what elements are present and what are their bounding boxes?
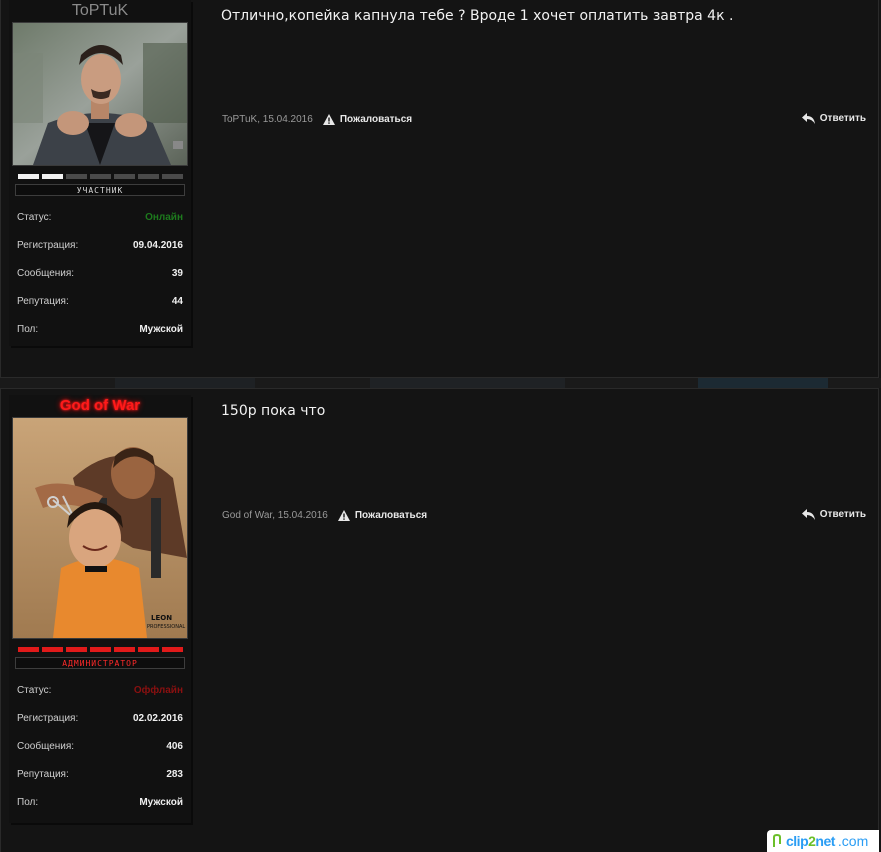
stat-value: 02.02.2016: [132, 713, 183, 724]
warning-icon: [322, 114, 335, 125]
stat-label: Репутация:: [17, 296, 69, 307]
stat-label: Статус:: [17, 685, 52, 696]
stat-value: Мужской: [139, 797, 183, 808]
report-label: Пожаловаться: [339, 114, 413, 125]
username[interactable]: God of War: [9, 395, 191, 417]
rank-cell: [41, 174, 63, 179]
post-meta: God of War, 15.04.2016 Пожаловаться: [222, 510, 427, 521]
reply-label: Ответить: [819, 509, 866, 520]
paperclip-icon: [773, 834, 781, 847]
rank-cell: [161, 174, 183, 179]
watermark-logo: clip2net .com: [767, 830, 879, 852]
rank-cell: [17, 647, 39, 652]
stat-messages: Сообщения: 39: [9, 260, 191, 288]
reply-arrow-icon: [801, 509, 815, 520]
stat-messages: Сообщения: 406: [9, 733, 191, 761]
post-author-date[interactable]: God of War, 15.04.2016: [222, 510, 328, 521]
stat-status: Статус: Оффлайн: [9, 677, 191, 705]
rank-cell: [89, 174, 111, 179]
rank-progress-bar: [9, 647, 191, 653]
user-info-panel: God of War LEON PROFESSIONAL АДМИНИСТРАТ…: [9, 395, 191, 823]
rank-progress-bar: [9, 174, 191, 180]
rank-cell: [137, 647, 159, 652]
post-message: 150р пока что: [221, 403, 326, 419]
stat-registration: Регистрация: 09.04.2016: [9, 232, 191, 260]
stat-gender: Пол: Мужской: [9, 789, 191, 817]
user-stats: Статус: Оффлайн Регистрация: 02.02.2016 …: [9, 677, 191, 817]
stat-label: Регистрация:: [17, 240, 79, 251]
svg-text:PROFESSIONAL: PROFESSIONAL: [147, 624, 185, 630]
status-badge: Оффлайн: [133, 685, 183, 696]
post-author-date[interactable]: ToPTuK, 15.04.2016: [222, 114, 313, 125]
stat-label: Регистрация:: [17, 713, 79, 724]
stat-value: 283: [166, 769, 183, 780]
report-label: Пожаловаться: [354, 510, 428, 521]
rank-cell: [41, 647, 63, 652]
user-info-panel: ToPTuK УЧАСТНИК Статус: Онлайн Регистрац…: [9, 0, 191, 346]
rank-cell: [65, 647, 87, 652]
report-button[interactable]: Пожаловаться: [337, 510, 428, 521]
watermark-tld: .com: [837, 833, 869, 849]
rank-cell: [65, 174, 87, 179]
stat-value: 09.04.2016: [132, 240, 183, 251]
post-divider: [0, 378, 881, 388]
rank-label: УЧАСТНИК: [15, 184, 185, 196]
stat-registration: Регистрация: 02.02.2016: [9, 705, 191, 733]
svg-text:LEON: LEON: [151, 614, 172, 622]
user-stats: Статус: Онлайн Регистрация: 09.04.2016 С…: [9, 204, 191, 344]
post: God of War LEON PROFESSIONAL АДМИНИСТРАТ…: [0, 388, 879, 852]
rank-cell: [161, 647, 183, 652]
post-message: Отлично,копейка капнула тебе ? Вроде 1 х…: [221, 8, 734, 24]
rank-cell: [137, 174, 159, 179]
stat-value: Мужской: [139, 324, 183, 335]
rank-cell: [113, 647, 135, 652]
avatar-image: [13, 23, 187, 165]
status-badge: Онлайн: [145, 212, 183, 223]
stat-gender: Пол: Мужской: [9, 316, 191, 344]
stat-label: Пол:: [17, 324, 39, 335]
avatar-image: LEON PROFESSIONAL: [13, 418, 187, 638]
stat-label: Сообщения:: [17, 741, 75, 752]
stat-value: 44: [171, 296, 183, 307]
rank-cell: [113, 174, 135, 179]
avatar[interactable]: LEON PROFESSIONAL: [12, 417, 188, 639]
stat-label: Репутация:: [17, 769, 69, 780]
report-button[interactable]: Пожаловаться: [322, 114, 413, 125]
stat-value: 39: [171, 268, 183, 279]
avatar[interactable]: [12, 22, 188, 166]
stat-reputation: Репутация: 283: [9, 761, 191, 789]
rank-label: АДМИНИСТРАТОР: [15, 657, 185, 669]
reply-button[interactable]: Ответить: [801, 509, 866, 520]
rank-cell: [17, 174, 39, 179]
reply-label: Ответить: [819, 113, 866, 124]
reply-arrow-icon: [801, 113, 815, 124]
warning-icon: [337, 510, 350, 521]
post-meta: ToPTuK, 15.04.2016 Пожаловаться: [222, 114, 412, 125]
stat-value: 406: [166, 741, 183, 752]
reply-button[interactable]: Ответить: [801, 113, 866, 124]
stat-status: Статус: Онлайн: [9, 204, 191, 232]
stat-reputation: Репутация: 44: [9, 288, 191, 316]
stat-label: Статус:: [17, 212, 52, 223]
username[interactable]: ToPTuK: [9, 0, 191, 22]
stat-label: Пол:: [17, 797, 39, 808]
rank-cell: [89, 647, 111, 652]
post: ToPTuK УЧАСТНИК Статус: Онлайн Регистрац…: [0, 0, 879, 378]
stat-label: Сообщения:: [17, 268, 75, 279]
watermark-brand: clip2net: [786, 833, 835, 849]
forum-page: ToPTuK УЧАСТНИК Статус: Онлайн Регистрац…: [0, 0, 881, 852]
